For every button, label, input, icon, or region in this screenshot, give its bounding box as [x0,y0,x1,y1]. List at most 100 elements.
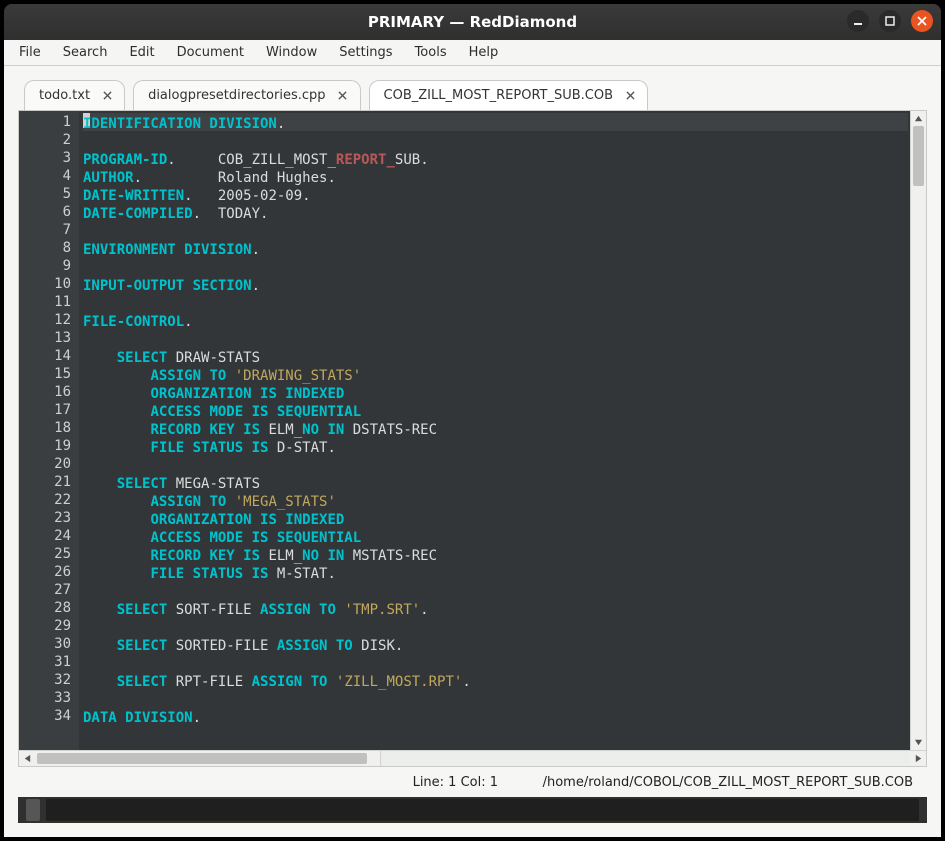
editor-viewport[interactable]: 1234567891011121314151617181920212223242… [19,111,926,750]
line-number: 14 [19,347,71,365]
code-line[interactable]: DATA DIVISION. [83,709,908,727]
scroll-up-button[interactable] [911,111,926,126]
close-icon [103,91,112,100]
code-line[interactable]: RECORD KEY IS ELM_NO IN DSTATS-REC [83,421,908,439]
bottom-scroll-track[interactable] [46,799,919,821]
code-line[interactable]: IDENTIFICATION DIVISION. [83,113,908,131]
code-line[interactable] [83,457,908,475]
token-kw2: SELECT [117,638,168,654]
scroll-right-button[interactable] [910,751,926,766]
token-txt [327,674,335,690]
menu-help[interactable]: Help [460,41,508,64]
code-line[interactable]: ACCESS MODE IS SEQUENTIAL [83,529,908,547]
vertical-scroll-thumb[interactable] [913,126,924,186]
scroll-left-button[interactable] [19,751,35,766]
maximize-button[interactable] [879,10,901,32]
horizontal-scroll-thumb[interactable] [37,753,367,764]
code-line[interactable]: SELECT DRAW-STATS [83,349,908,367]
token-txt: Roland Hughes. [218,170,336,186]
token-kw2: ACCESS MODE IS SEQUENTIAL [150,530,361,546]
token-txt: D-STAT. [268,440,335,456]
code-line[interactable]: AUTHOR. Roland Hughes. [83,169,908,187]
token-kw2: ASSIGN TO [260,602,336,618]
menu-document[interactable]: Document [168,41,253,64]
tab-close-button[interactable] [336,89,350,103]
scroll-down-button[interactable] [911,735,926,750]
menubar: File Search Edit Document Window Setting… [4,40,941,66]
token-txt: DSTATS-REC [344,422,437,438]
tabstrip: todo.txt dialogpresetdirectories.cpp COB_Z… [18,76,927,110]
bottom-scrollbar[interactable] [18,797,927,823]
code-line[interactable]: SELECT SORTED-FILE ASSIGN TO DISK. [83,637,908,655]
code-line[interactable] [83,583,908,601]
token-kw2: ORGANIZATION IS INDEXED [150,512,344,528]
token-txt [226,368,234,384]
tab-close-button[interactable] [623,89,637,103]
line-number: 22 [19,491,71,509]
code-line[interactable] [83,655,908,673]
code-line[interactable]: SELECT SORT-FILE ASSIGN TO 'TMP.SRT'. [83,601,908,619]
menu-search[interactable]: Search [54,41,117,64]
code-line[interactable]: ORGANIZATION IS INDEXED [83,511,908,529]
code-line[interactable]: RECORD KEY IS ELM_NO IN MSTATS-REC [83,547,908,565]
line-number: 4 [19,167,71,185]
line-number: 17 [19,401,71,419]
code-line[interactable] [83,259,908,277]
minimize-button[interactable] [847,10,869,32]
code-line[interactable]: SELECT MEGA-STATS [83,475,908,493]
code-line[interactable] [83,691,908,709]
line-number: 19 [19,437,71,455]
code-line[interactable]: DATE-COMPILED. TODAY. [83,205,908,223]
code-line[interactable]: ASSIGN TO 'DRAWING_STATS' [83,367,908,385]
code-line[interactable]: PROGRAM-ID. COB_ZILL_MOST_REPORT_SUB. [83,151,908,169]
code-line[interactable]: FILE-CONTROL. [83,313,908,331]
token-dot: . [184,314,192,330]
line-number: 16 [19,383,71,401]
menu-file[interactable]: File [10,41,50,64]
line-number: 12 [19,311,71,329]
tab-2[interactable]: COB_ZILL_MOST_REPORT_SUB.COB [369,80,649,110]
code-line[interactable]: ORGANIZATION IS INDEXED [83,385,908,403]
code-line[interactable]: SELECT RPT-FILE ASSIGN TO 'ZILL_MOST.RPT… [83,673,908,691]
menu-window[interactable]: Window [257,41,326,64]
chevron-left-icon [23,754,32,763]
line-number: 8 [19,239,71,257]
code-line[interactable]: ENVIRONMENT DIVISION. [83,241,908,259]
line-number: 26 [19,563,71,581]
vertical-scrollbar[interactable] [910,111,926,750]
bottom-scroll-grip[interactable] [26,799,40,821]
line-number: 10 [19,275,71,293]
token-kw2: ORGANIZATION IS INDEXED [150,386,344,402]
token-kw: ENVIRONMENT DIVISION [83,242,252,258]
line-number: 28 [19,599,71,617]
line-number: 5 [19,185,71,203]
code-line[interactable]: ASSIGN TO 'MEGA_STATS' [83,493,908,511]
menu-edit[interactable]: Edit [120,41,163,64]
token-dot: . [134,170,218,186]
code-line[interactable]: INPUT-OUTPUT SECTION. [83,277,908,295]
code-line[interactable]: FILE STATUS IS D-STAT. [83,439,908,457]
editor-shell: 1234567891011121314151617181920212223242… [18,110,927,767]
menu-tools[interactable]: Tools [406,41,456,64]
close-button[interactable] [911,10,933,32]
token-kw: PROGRAM-ID [83,152,167,168]
horizontal-scroll-track[interactable] [35,751,380,766]
titlebar[interactable]: PRIMARY — RedDiamond [4,4,941,40]
vertical-scroll-track[interactable] [911,126,926,735]
code-line[interactable]: ACCESS MODE IS SEQUENTIAL [83,403,908,421]
tab-0[interactable]: todo.txt [24,80,125,110]
code-area[interactable]: IDENTIFICATION DIVISION. PROGRAM-ID. COB… [79,111,910,750]
code-line[interactable] [83,619,908,637]
token-dot: . [184,188,218,204]
code-line[interactable] [83,223,908,241]
code-line[interactable] [83,133,908,151]
tab-1[interactable]: dialogpresetdirectories.cpp [133,80,360,110]
line-number-gutter: 1234567891011121314151617181920212223242… [19,111,79,750]
code-line[interactable]: FILE STATUS IS M-STAT. [83,565,908,583]
menu-settings[interactable]: Settings [330,41,401,64]
token-kw: AUTHOR [83,170,134,186]
tab-close-button[interactable] [100,89,114,103]
code-line[interactable] [83,331,908,349]
code-line[interactable]: DATE-WRITTEN. 2005-02-09. [83,187,908,205]
code-line[interactable] [83,295,908,313]
